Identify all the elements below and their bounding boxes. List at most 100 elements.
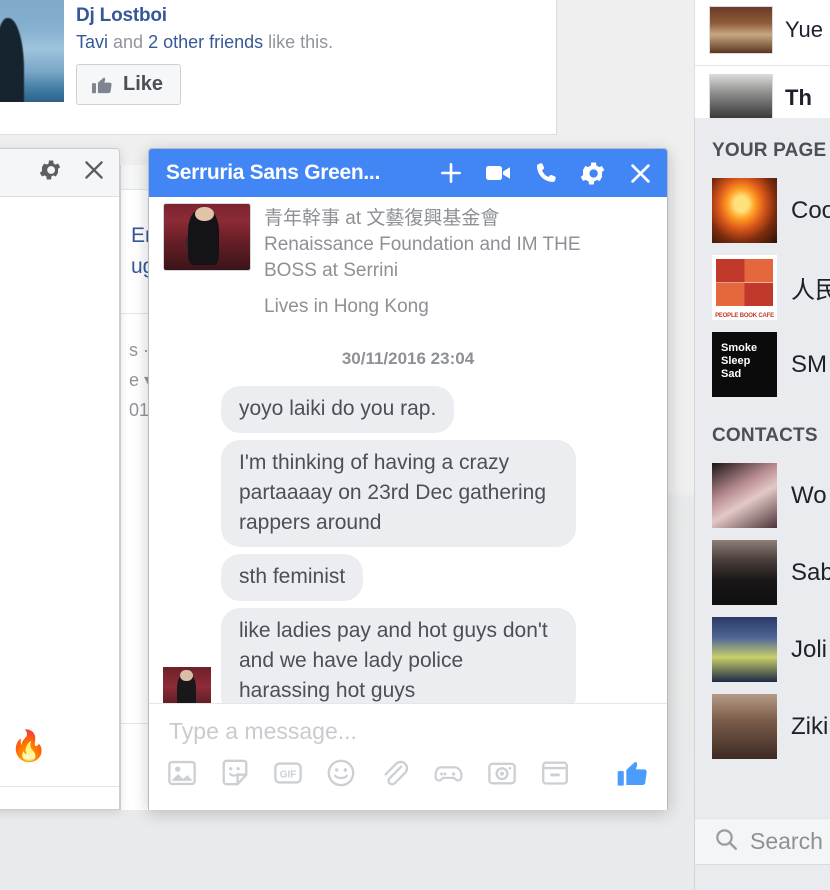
message-bubble[interactable]: yoyo laiki do you rap. [221,386,455,433]
background-chat-tools: 🔥 [0,730,47,763]
background-card-meta1: s · [129,340,149,360]
background-card-meta3: 01 [129,400,150,420]
sidebar-contact-label: Ziki [791,712,829,740]
conversation-profile-details: 青年幹事 at 文藝復興基金會 Renaissance Foundation a… [264,203,581,320]
message-row: like ladies pay and hot guys don't and w… [149,608,667,703]
sidebar-contact-label: Wo [791,481,827,509]
message-row: yoyo laiki do you rap. [149,386,667,433]
search-icon [713,826,739,857]
sidebar-contact-item[interactable]: Sab [695,534,830,611]
post-author-avatar[interactable] [0,0,64,102]
chat-header-actions [438,160,654,187]
feed-post: Dj Lostboi Tavi and 2 other friends like… [0,0,557,135]
post-author-name[interactable]: Dj Lostboi [76,4,548,28]
page-avatar [712,178,777,243]
conversation-profile-header: 青年幹事 at 文藝復興基金會 Renaissance Foundation a… [149,197,667,320]
profile-org-line3: BOSS at Serrini [264,260,399,281]
fire-emoji-icon[interactable]: 🔥 [10,731,47,762]
sidebar-page-label: 人民 [791,276,830,304]
contact-avatar [712,463,777,528]
profile-location: Lives in Hong Kong [264,296,429,317]
page-avatar [712,255,777,320]
contact-avatar [712,617,777,682]
emoji-icon[interactable] [326,758,356,793]
message-row: sth feminist [149,554,667,601]
screen-root: Dj Lostboi Tavi and 2 other friends like… [0,0,830,890]
message-timestamp: 30/11/2016 23:04 [341,349,475,368]
message-bubble[interactable]: like ladies pay and hot guys don't and w… [221,608,576,703]
message-sender-avatar[interactable] [163,667,211,703]
background-chat-body: 🔥 [0,197,119,809]
sidebar-top-item-label: Th [785,85,812,110]
phone-call-icon[interactable] [534,161,558,185]
background-chat-divider [0,786,119,787]
close-icon[interactable] [627,160,654,187]
contact-avatar [712,540,777,605]
sidebar-top-item[interactable]: Th [695,68,830,118]
sidebar-thumbnail [709,6,773,54]
sidebar-top-list: Yue Th [694,0,830,118]
sidebar-page-item[interactable]: Smoke Sleep Sad SM [695,326,830,403]
message-bubble[interactable]: sth feminist [221,554,364,601]
sidebar-thumbnail [709,74,773,118]
sidebar-page-label: Coo [791,196,830,224]
conversation-profile-photo[interactable] [163,203,251,271]
photo-icon[interactable] [167,758,197,793]
sidebar-contact-label: Joli [791,635,828,663]
gear-icon[interactable] [37,157,63,188]
like-button-label: Like [123,73,164,95]
sidebar-divider [695,65,830,66]
sidebar-section-heading-contacts: CONTACTS [712,425,818,446]
add-person-icon[interactable] [438,160,464,186]
contacts-search-box[interactable]: Search [694,818,830,864]
profile-role-cjk: 青年幹事 [264,207,341,229]
sidebar-contact-item[interactable]: Wo [695,457,830,534]
sticker-icon[interactable] [220,758,250,793]
composer-toolbar: GIF [149,747,667,810]
likes-friend-name[interactable]: Tavi [76,32,108,52]
sidebar-page-item[interactable]: 人民 [695,249,830,326]
thumbs-up-icon[interactable] [617,757,649,794]
background-chat-window: 🔥 [0,148,120,810]
close-icon[interactable] [81,157,107,188]
page-avatar: Smoke Sleep Sad [712,332,777,397]
svg-text:GIF: GIF [280,770,296,781]
gamepad-icon[interactable] [432,759,464,792]
feed-post-body: Dj Lostboi Tavi and 2 other friends like… [76,4,548,105]
post-likes-text: Tavi and 2 other friends like this. [76,29,548,55]
sidebar-contact-item[interactable]: Ziki [695,688,830,765]
message-avatar-slot [163,667,221,703]
message-composer: GIF [149,704,667,810]
message-row: I'm thinking of having a crazy partaaaay… [149,440,667,547]
thumbs-up-icon [91,74,114,96]
chat-window-header: Serruria Sans Green... [149,149,667,197]
message-input[interactable] [149,714,667,747]
like-button[interactable]: Like [76,64,182,105]
payment-icon[interactable] [540,758,570,793]
likes-other-friends-link[interactable]: 2 other friends [148,32,263,52]
video-call-icon[interactable] [485,162,513,184]
sidebar-bottom-bar [694,864,830,890]
sidebar-panel[interactable]: YOUR PAGE Coo 人民 SmokeSleepSad SM CONTAC… [694,118,830,820]
profile-org-cjk: 文藝復興基金會 [366,207,500,229]
sidebar-top-item[interactable]: Yue [695,0,830,60]
contact-avatar [712,694,777,759]
gif-icon[interactable]: GIF [273,758,303,793]
chat-title[interactable]: Serruria Sans Green... [166,161,380,185]
sidebar-contact-item[interactable]: Joli [695,611,830,688]
sidebar-page-item[interactable]: Coo [695,172,830,249]
attachment-icon[interactable] [379,758,409,793]
background-chat-header [0,149,119,197]
likes-conjunction: and [108,32,149,52]
sidebar-page-label: SM [791,350,827,378]
message-bubble[interactable]: I'm thinking of having a crazy partaaaay… [221,440,576,547]
profile-org-line2: Renaissance Foundation and IM THE [264,234,581,255]
search-placeholder: Search [750,828,823,854]
profile-at: at [340,208,367,229]
camera-icon[interactable] [487,758,517,793]
sidebar-contact-label: Sab [791,558,830,586]
chat-message-list[interactable]: 青年幹事 at 文藝復興基金會 Renaissance Foundation a… [149,197,667,704]
gear-icon[interactable] [579,160,606,187]
sidebar-top-item-label: Yue [785,17,823,42]
right-sidebar: Yue Th YOUR PAGE Coo 人民 SmokeSleepSad SM [694,0,830,890]
